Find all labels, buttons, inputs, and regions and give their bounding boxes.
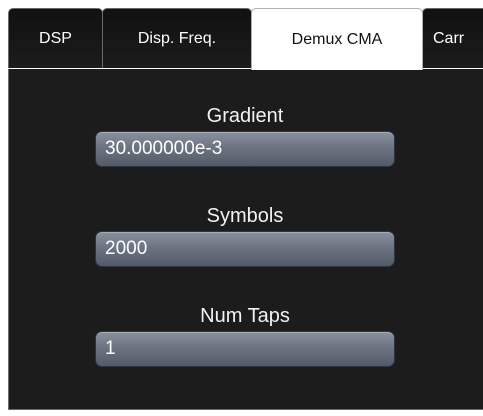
gradient-field-group: Gradient 30.000000e-3: [95, 103, 395, 167]
num-taps-input[interactable]: 1: [95, 331, 395, 367]
tab-disp-freq[interactable]: Disp. Freq.: [102, 8, 252, 68]
tab-bar: DSP Disp. Freq. Demux CMA Carr: [0, 8, 483, 70]
symbols-field-group: Symbols 2000: [95, 203, 395, 267]
tab-carr[interactable]: Carr: [422, 8, 483, 68]
symbols-label: Symbols: [206, 205, 284, 227]
num-taps-field-group: Num Taps 1: [95, 303, 395, 367]
gradient-input[interactable]: 30.000000e-3: [95, 131, 395, 167]
settings-window: DSP Disp. Freq. Demux CMA Carr Gradient …: [0, 0, 483, 416]
gradient-label: Gradient: [206, 105, 284, 127]
tab-demux-cma[interactable]: Demux CMA: [251, 8, 423, 70]
demux-cma-panel: Gradient 30.000000e-3 Symbols 2000 Num T…: [8, 69, 483, 410]
num-taps-label: Num Taps: [200, 305, 290, 327]
symbols-input[interactable]: 2000: [95, 231, 395, 267]
tab-dsp[interactable]: DSP: [8, 8, 103, 68]
